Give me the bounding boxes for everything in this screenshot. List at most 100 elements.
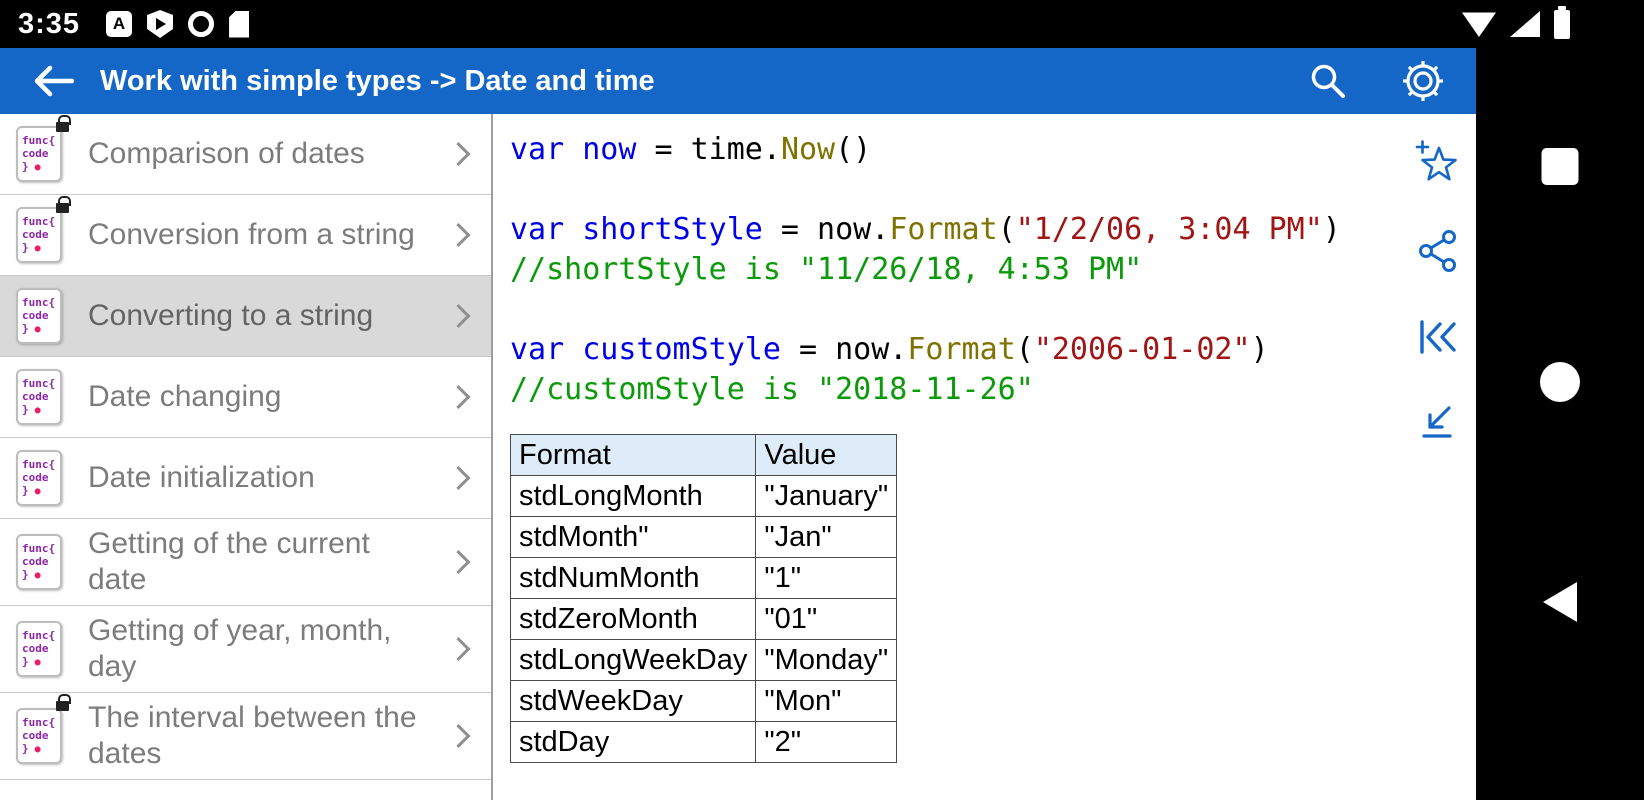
- translate-app-icon: A: [106, 11, 133, 37]
- recents-button[interactable]: [1541, 148, 1579, 185]
- notification-icons: A: [106, 10, 250, 38]
- sidebar-item-label: Getting of the current date: [88, 527, 370, 596]
- search-icon: [1311, 64, 1345, 98]
- code-snippet-icon: func{code} ●: [16, 126, 62, 182]
- value-cell: "Mon": [755, 680, 898, 722]
- value-cell: "Jan": [755, 516, 898, 558]
- chevron-right-icon: [446, 723, 471, 749]
- skip-to-start-icon: [1420, 320, 1456, 354]
- spiral-app-icon: [188, 11, 215, 37]
- sidebar-item-label: Converting to a string: [88, 299, 374, 332]
- chevron-right-icon: [446, 141, 471, 167]
- code-block: var now = time.Now() var shortStyle = no…: [510, 130, 1400, 410]
- home-button[interactable]: [1540, 362, 1580, 402]
- signal-icon: [1510, 11, 1540, 37]
- sidebar-item[interactable]: func{code} ● Comparison of dates: [0, 114, 491, 195]
- wifi-icon: [1462, 12, 1496, 37]
- chevron-right-icon: [446, 549, 471, 575]
- android-back-button[interactable]: [1543, 582, 1577, 622]
- battery-icon: [1554, 5, 1570, 39]
- system-status-icons: [1462, 5, 1570, 39]
- table-row: stdNumMonth "1": [509, 557, 898, 599]
- content: func{code} ● Comparison of dates func{co…: [0, 114, 1476, 800]
- sidebar-item[interactable]: func{code} ● The interval between the da…: [0, 693, 491, 780]
- chevron-right-icon: [446, 465, 471, 491]
- favorite-button[interactable]: [1414, 138, 1462, 186]
- action-column: [1400, 114, 1476, 800]
- format-cell: stdLongWeekDay: [509, 639, 757, 681]
- play-protect-icon: [147, 10, 174, 38]
- settings-button[interactable]: [1400, 58, 1446, 104]
- share-button[interactable]: [1416, 228, 1460, 274]
- table-row: stdMonth" "Jan": [509, 516, 898, 558]
- code-line: //customStyle is "2018-11-26": [510, 372, 1034, 407]
- sidebar-item-label: Date initialization: [88, 461, 315, 494]
- value-cell: "January": [755, 475, 898, 517]
- lock-icon: [56, 694, 71, 711]
- gear-icon: [1403, 61, 1443, 101]
- back-arrow-icon: [34, 65, 74, 97]
- chevron-right-icon: [446, 636, 471, 662]
- chevron-right-icon: [446, 384, 471, 410]
- code-snippet-icon: func{code} ●: [16, 534, 62, 590]
- sim-card-icon: [229, 10, 250, 38]
- format-cell: stdNumMonth: [509, 557, 757, 599]
- table-row: stdZeroMonth "01": [509, 598, 898, 640]
- code-line: var shortStyle = now.Format("1/2/06, 3:0…: [510, 212, 1341, 247]
- code-snippet-icon: func{code} ●: [16, 369, 62, 425]
- sidebar-item-label: Conversion from a string: [88, 218, 415, 251]
- jump-bottom-left-button[interactable]: [1417, 400, 1459, 442]
- favorite-star-plus-icon: [1415, 140, 1457, 181]
- sidebar-item[interactable]: func{code} ● Date initialization: [0, 438, 491, 519]
- format-cell: stdZeroMonth: [509, 598, 757, 640]
- sidebar-item[interactable]: func{code} ● Converting to a string: [0, 276, 491, 357]
- format-cell: stdDay: [509, 721, 757, 763]
- sidebar-item-label: Comparison of dates: [88, 137, 365, 170]
- table-header-row: Format Value: [509, 434, 898, 476]
- jump-bottom-left-icon: [1422, 406, 1452, 438]
- table-row: stdWeekDay "Mon": [509, 680, 898, 722]
- code-snippet-icon: func{code} ●: [16, 621, 62, 677]
- value-cell: "01": [755, 598, 898, 640]
- format-cell: stdMonth": [509, 516, 757, 558]
- sidebar-item[interactable]: func{code} ● Getting of the current date: [0, 519, 491, 606]
- table-row: stdDay "2": [509, 721, 898, 763]
- code-line: var now = time.Now(): [510, 132, 872, 167]
- code-snippet-icon: func{code} ●: [16, 288, 62, 344]
- table-row: stdLongMonth "January": [509, 475, 898, 517]
- sidebar-item[interactable]: func{code} ● Getting of year, month, day: [0, 606, 491, 693]
- clock: 3:35: [18, 7, 81, 40]
- format-cell: stdWeekDay: [509, 680, 757, 722]
- skip-to-start-button[interactable]: [1415, 316, 1461, 358]
- sidebar-item-label: Date changing: [88, 380, 282, 413]
- sidebar-item-label: The interval between the dates: [88, 701, 417, 770]
- back-button[interactable]: [32, 64, 74, 98]
- table-header-cell: Format: [509, 434, 757, 476]
- code-line: var customStyle = now.Format("2006-01-02…: [510, 332, 1269, 367]
- lock-icon: [56, 196, 71, 213]
- value-cell: "1": [755, 557, 898, 599]
- sidebar-item[interactable]: func{code} ● Date changing: [0, 357, 491, 438]
- code-snippet-icon: func{code} ●: [16, 450, 62, 506]
- table-header-cell: Value: [755, 434, 898, 476]
- sidebar-item-label: Getting of year, month, day: [88, 614, 392, 683]
- code-snippet-icon: func{code} ●: [16, 207, 62, 263]
- status-bar: 3:35 A: [0, 0, 1644, 48]
- code-pane: var now = time.Now() var shortStyle = no…: [493, 114, 1400, 800]
- table-row: stdLongWeekDay "Monday": [509, 639, 898, 681]
- value-cell: "2": [755, 721, 898, 763]
- sidebar-item[interactable]: func{code} ● Conversion from a string: [0, 195, 491, 276]
- share-icon: [1419, 230, 1456, 272]
- app-bar: Work with simple types -> Date and time: [0, 48, 1476, 114]
- value-cell: "Monday": [755, 639, 898, 681]
- format-cell: stdLongMonth: [509, 475, 757, 517]
- format-table: Format Value stdLongMonth "January" stdMont…: [509, 434, 898, 763]
- search-button[interactable]: [1308, 61, 1348, 101]
- chevron-right-icon: [446, 222, 471, 248]
- code-line: //shortStyle is "11/26/18, 4:53 PM": [510, 252, 1143, 287]
- sidebar: func{code} ● Comparison of dates func{co…: [0, 114, 493, 800]
- chevron-right-icon: [446, 303, 471, 329]
- code-snippet-icon: func{code} ●: [16, 708, 62, 764]
